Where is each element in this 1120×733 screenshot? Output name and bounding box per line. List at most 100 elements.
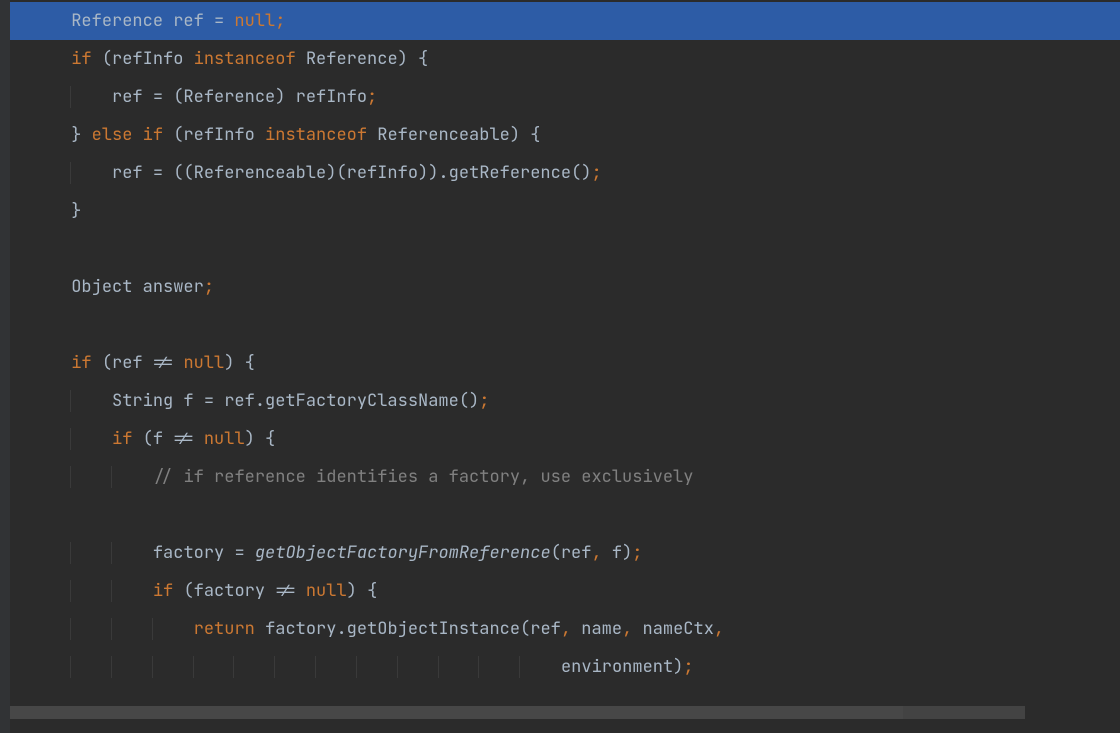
token-ident: } — [71, 124, 91, 146]
code-line[interactable] — [10, 496, 1120, 534]
token-ident: Reference) { — [306, 48, 428, 70]
base-indent — [10, 276, 30, 298]
base-indent — [10, 428, 30, 450]
indent — [30, 466, 152, 488]
token-ident: ) { — [347, 580, 378, 602]
token-ident: (ref — [551, 542, 592, 564]
code-line[interactable] — [10, 306, 1120, 344]
token-kw: else if — [92, 124, 174, 146]
indent — [30, 48, 71, 70]
base-indent — [10, 162, 30, 184]
base-indent — [10, 542, 30, 564]
token-semi: ; — [204, 276, 214, 298]
indent — [30, 542, 152, 564]
indent — [30, 618, 193, 640]
indent — [30, 276, 71, 298]
token-semi: ; — [683, 656, 693, 678]
token-ident: (refInfo — [173, 124, 265, 146]
token-semi: ; — [591, 162, 601, 184]
token-nullkw: null — [183, 352, 224, 374]
token-kw: instanceof — [265, 124, 377, 146]
token-comment: // if reference identifies a factory, us… — [153, 466, 694, 488]
code-line[interactable] — [10, 230, 1120, 268]
indent — [30, 10, 71, 32]
code-line[interactable]: return factory.getObjectInstance(ref, na… — [10, 610, 1120, 648]
token-semi: , — [561, 618, 581, 640]
code-line[interactable]: if (factory != null) { — [10, 572, 1120, 610]
base-indent — [10, 48, 30, 70]
base-indent — [10, 580, 30, 602]
token-ident: (f != — [143, 428, 204, 450]
token-kw: return — [194, 618, 265, 640]
token-ident: String f = ref.getFactoryClassName() — [112, 390, 479, 412]
base-indent — [10, 466, 30, 488]
base-indent — [10, 352, 30, 374]
token-ident: nameCtx — [643, 618, 714, 640]
code-area[interactable]: Reference ref = null; if (refInfo instan… — [0, 2, 1120, 676]
code-line[interactable]: } else if (refInfo instanceof Referencea… — [10, 116, 1120, 154]
token-nullkw: null — [234, 10, 275, 32]
token-kw: instanceof — [194, 48, 306, 70]
code-line[interactable]: if (refInfo instanceof Reference) { — [10, 40, 1120, 78]
indent — [30, 86, 112, 108]
indent — [30, 580, 152, 602]
base-indent — [10, 390, 30, 412]
token-ident: factory.getObjectInstance(ref — [265, 618, 561, 640]
token-semi: , — [622, 618, 642, 640]
horizontal-scrollbar-thumb[interactable] — [10, 706, 903, 719]
token-ident: (refInfo — [102, 48, 194, 70]
horizontal-scrollbar[interactable] — [10, 706, 1025, 719]
code-line[interactable]: if (f != null) { — [10, 420, 1120, 458]
token-italic-call: getObjectFactoryFromReference — [255, 542, 551, 564]
token-semi: ; — [632, 542, 642, 564]
code-line[interactable]: environment); — [10, 648, 1120, 676]
token-semi: , — [714, 618, 724, 640]
indent — [30, 352, 71, 374]
indent — [30, 200, 71, 222]
indent — [30, 390, 112, 412]
code-line[interactable]: ref = ((Referenceable)(refInfo)).getRefe… — [10, 154, 1120, 192]
code-line[interactable]: // if reference identifies a factory, us… — [10, 458, 1120, 496]
indent — [30, 428, 112, 450]
code-line[interactable]: ref = (Reference) refInfo; — [10, 78, 1120, 116]
code-line[interactable]: Object answer; — [10, 268, 1120, 306]
base-indent — [10, 504, 30, 526]
token-kw: if — [153, 580, 184, 602]
token-type: Reference ref = — [71, 10, 234, 32]
base-indent — [10, 314, 30, 336]
code-line[interactable]: Reference ref = null; — [10, 2, 1120, 40]
code-line[interactable]: factory = getObjectFactoryFromReference(… — [10, 534, 1120, 572]
token-nullkw: null — [306, 580, 347, 602]
code-line[interactable]: } — [10, 192, 1120, 230]
base-indent — [10, 86, 30, 108]
token-ident: ) { — [224, 352, 255, 374]
indent — [30, 656, 561, 678]
token-kw: if — [71, 48, 102, 70]
code-editor[interactable]: Reference ref = null; if (refInfo instan… — [0, 0, 1120, 733]
token-kw: if — [71, 352, 102, 374]
base-indent — [10, 656, 30, 678]
token-ident: } — [71, 200, 81, 222]
token-ident: factory = — [153, 542, 255, 564]
indent — [30, 162, 112, 184]
token-semi: , — [591, 542, 611, 564]
token-ident: Object answer — [71, 276, 204, 298]
token-ident: (ref != — [102, 352, 184, 374]
token-ident: ) { — [245, 428, 276, 450]
token-nullkw: null — [204, 428, 245, 450]
token-ident: Referenceable) { — [377, 124, 540, 146]
token-ident: ref = ((Referenceable)(refInfo)).getRefe… — [112, 162, 591, 184]
indent — [30, 124, 71, 146]
code-line[interactable]: String f = ref.getFactoryClassName(); — [10, 382, 1120, 420]
token-semi: ; — [275, 10, 285, 32]
token-ident: environment) — [561, 656, 683, 678]
token-semi: ; — [479, 390, 489, 412]
base-indent — [10, 238, 30, 260]
base-indent — [10, 10, 30, 32]
base-indent — [10, 618, 30, 640]
base-indent — [10, 124, 30, 146]
base-indent — [10, 200, 30, 222]
code-line[interactable]: if (ref != null) { — [10, 344, 1120, 382]
token-ident: name — [581, 618, 622, 640]
token-kw: if — [112, 428, 143, 450]
